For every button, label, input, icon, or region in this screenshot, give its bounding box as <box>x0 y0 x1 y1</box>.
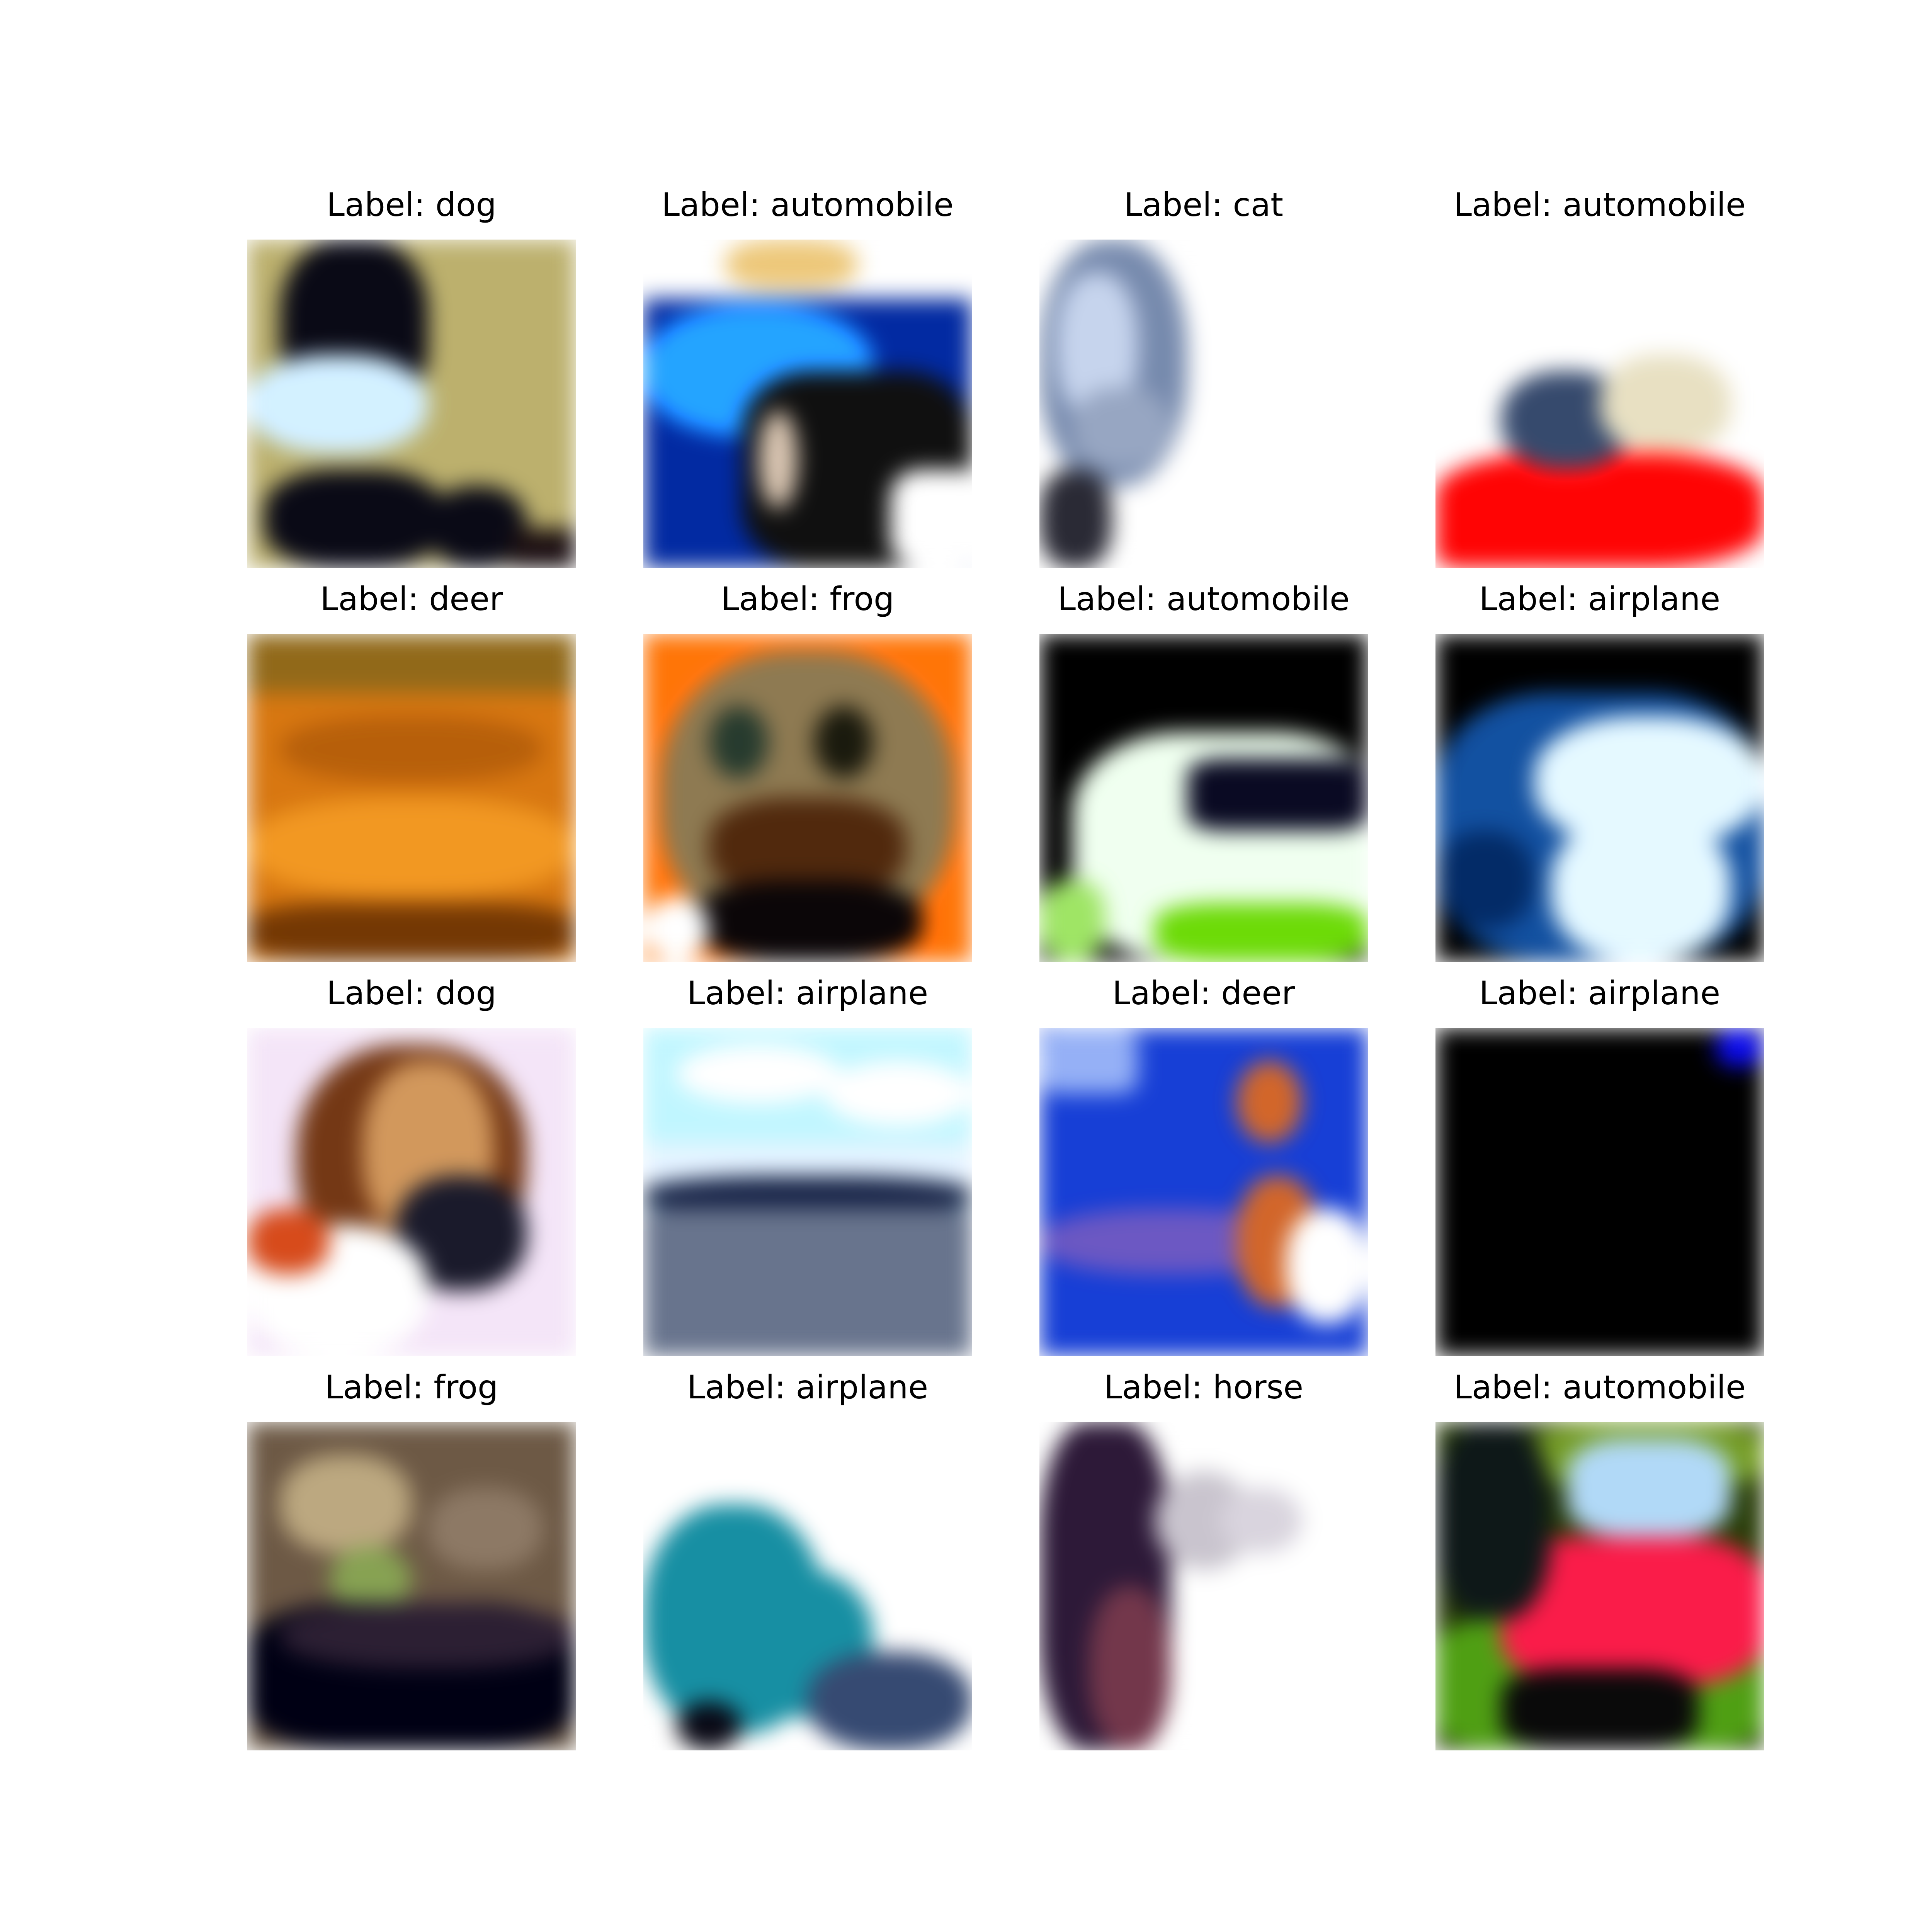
panel-label: Label: frog <box>325 1368 498 1406</box>
image-region <box>1220 1488 1302 1553</box>
panel-label: Label: deer <box>1112 974 1295 1012</box>
panel-label: Label: airplane <box>1479 974 1720 1012</box>
image-region <box>264 469 444 568</box>
image-region <box>889 469 972 568</box>
image-region <box>643 1208 972 1356</box>
figure: Label: dog Label: automobile Label: cat Lab… <box>0 0 1932 1932</box>
image-region <box>1567 1438 1731 1537</box>
image-region <box>280 1602 576 1668</box>
image-region <box>758 410 798 509</box>
panel-label: Label: horse <box>1104 1368 1304 1406</box>
image-panel: Label: automobile <box>1435 178 1764 568</box>
image-panel: Label: airplane <box>643 966 972 1356</box>
image-region <box>1501 1668 1698 1750</box>
image-panel: Label: deer <box>247 572 576 962</box>
panel-image <box>1435 240 1764 568</box>
image-panel: Label: automobile <box>1039 572 1368 962</box>
panel-label: Label: airplane <box>1479 580 1720 618</box>
image-panel: Label: dog <box>247 966 576 1356</box>
panel-image <box>247 1028 576 1356</box>
panel-label: Label: automobile <box>1454 186 1746 224</box>
image-region <box>725 240 857 289</box>
image-region <box>1714 1028 1764 1067</box>
image-region <box>280 1455 412 1553</box>
image-region <box>1435 831 1534 929</box>
panel-image <box>247 634 576 962</box>
image-panel: Label: automobile <box>1435 1360 1764 1750</box>
panel-label: Label: dog <box>327 974 497 1012</box>
panel-image <box>643 634 972 962</box>
image-region <box>428 1488 543 1570</box>
panel-label: Label: frog <box>721 580 895 618</box>
panel-image <box>1435 1028 1764 1356</box>
image-region <box>808 1652 972 1750</box>
image-region <box>510 529 576 568</box>
panel-image <box>643 1422 972 1750</box>
panel-image <box>643 1028 972 1356</box>
image-region <box>247 354 428 453</box>
panel-label: Label: automobile <box>1454 1368 1746 1406</box>
image-region <box>814 706 873 778</box>
panel-image <box>1435 1422 1764 1750</box>
image-region <box>1435 496 1551 568</box>
image-panel: Label: frog <box>247 1360 576 1750</box>
panel-label: Label: dog <box>327 186 497 224</box>
panel-image <box>1039 1028 1368 1356</box>
image-region <box>1039 469 1112 568</box>
image-panel: Label: cat <box>1039 178 1368 568</box>
image-region <box>280 716 543 782</box>
panel-label: Label: cat <box>1124 186 1284 224</box>
image-region <box>643 896 709 962</box>
image-region <box>709 706 768 778</box>
panel-label: Label: airplane <box>687 974 928 1012</box>
image-region <box>247 798 576 896</box>
image-panel: Label: frog <box>643 572 972 962</box>
image-region <box>247 903 576 962</box>
panel-image <box>1039 1422 1368 1750</box>
panel-image <box>643 240 972 568</box>
image-region <box>1550 814 1731 962</box>
image-region <box>676 1044 840 1104</box>
image-region <box>247 634 576 693</box>
image-panel: Label: airplane <box>643 1360 972 1750</box>
image-region <box>1236 1061 1302 1143</box>
image-region <box>1435 1422 1551 1619</box>
image-region <box>1039 880 1105 962</box>
image-region <box>1600 354 1731 453</box>
image-region <box>1039 1028 1138 1094</box>
image-region <box>1187 759 1368 831</box>
panel-image <box>1039 634 1368 962</box>
image-region <box>692 880 923 962</box>
panel-image <box>247 1422 576 1750</box>
image-region <box>1072 387 1171 469</box>
image-region <box>824 1061 972 1126</box>
panel-image <box>247 240 576 568</box>
image-region <box>1286 1208 1368 1323</box>
image-region <box>1088 1586 1171 1750</box>
image-region <box>247 1208 330 1274</box>
image-region <box>1154 903 1368 962</box>
image-panel: Label: automobile <box>643 178 972 568</box>
panel-image <box>1039 240 1368 568</box>
image-panel: Label: airplane <box>1435 572 1764 962</box>
image-panel: Label: dog <box>247 178 576 568</box>
image-region <box>676 1701 742 1750</box>
panel-label: Label: deer <box>320 580 503 618</box>
panel-label: Label: automobile <box>662 186 954 224</box>
panel-label: Label: airplane <box>687 1368 928 1406</box>
panel-image <box>1435 634 1764 962</box>
image-region <box>1435 1028 1764 1356</box>
image-panel: Label: horse <box>1039 1360 1368 1750</box>
image-panel: Label: deer <box>1039 966 1368 1356</box>
image-panel: Label: airplane <box>1435 966 1764 1356</box>
panel-label: Label: automobile <box>1058 580 1350 618</box>
